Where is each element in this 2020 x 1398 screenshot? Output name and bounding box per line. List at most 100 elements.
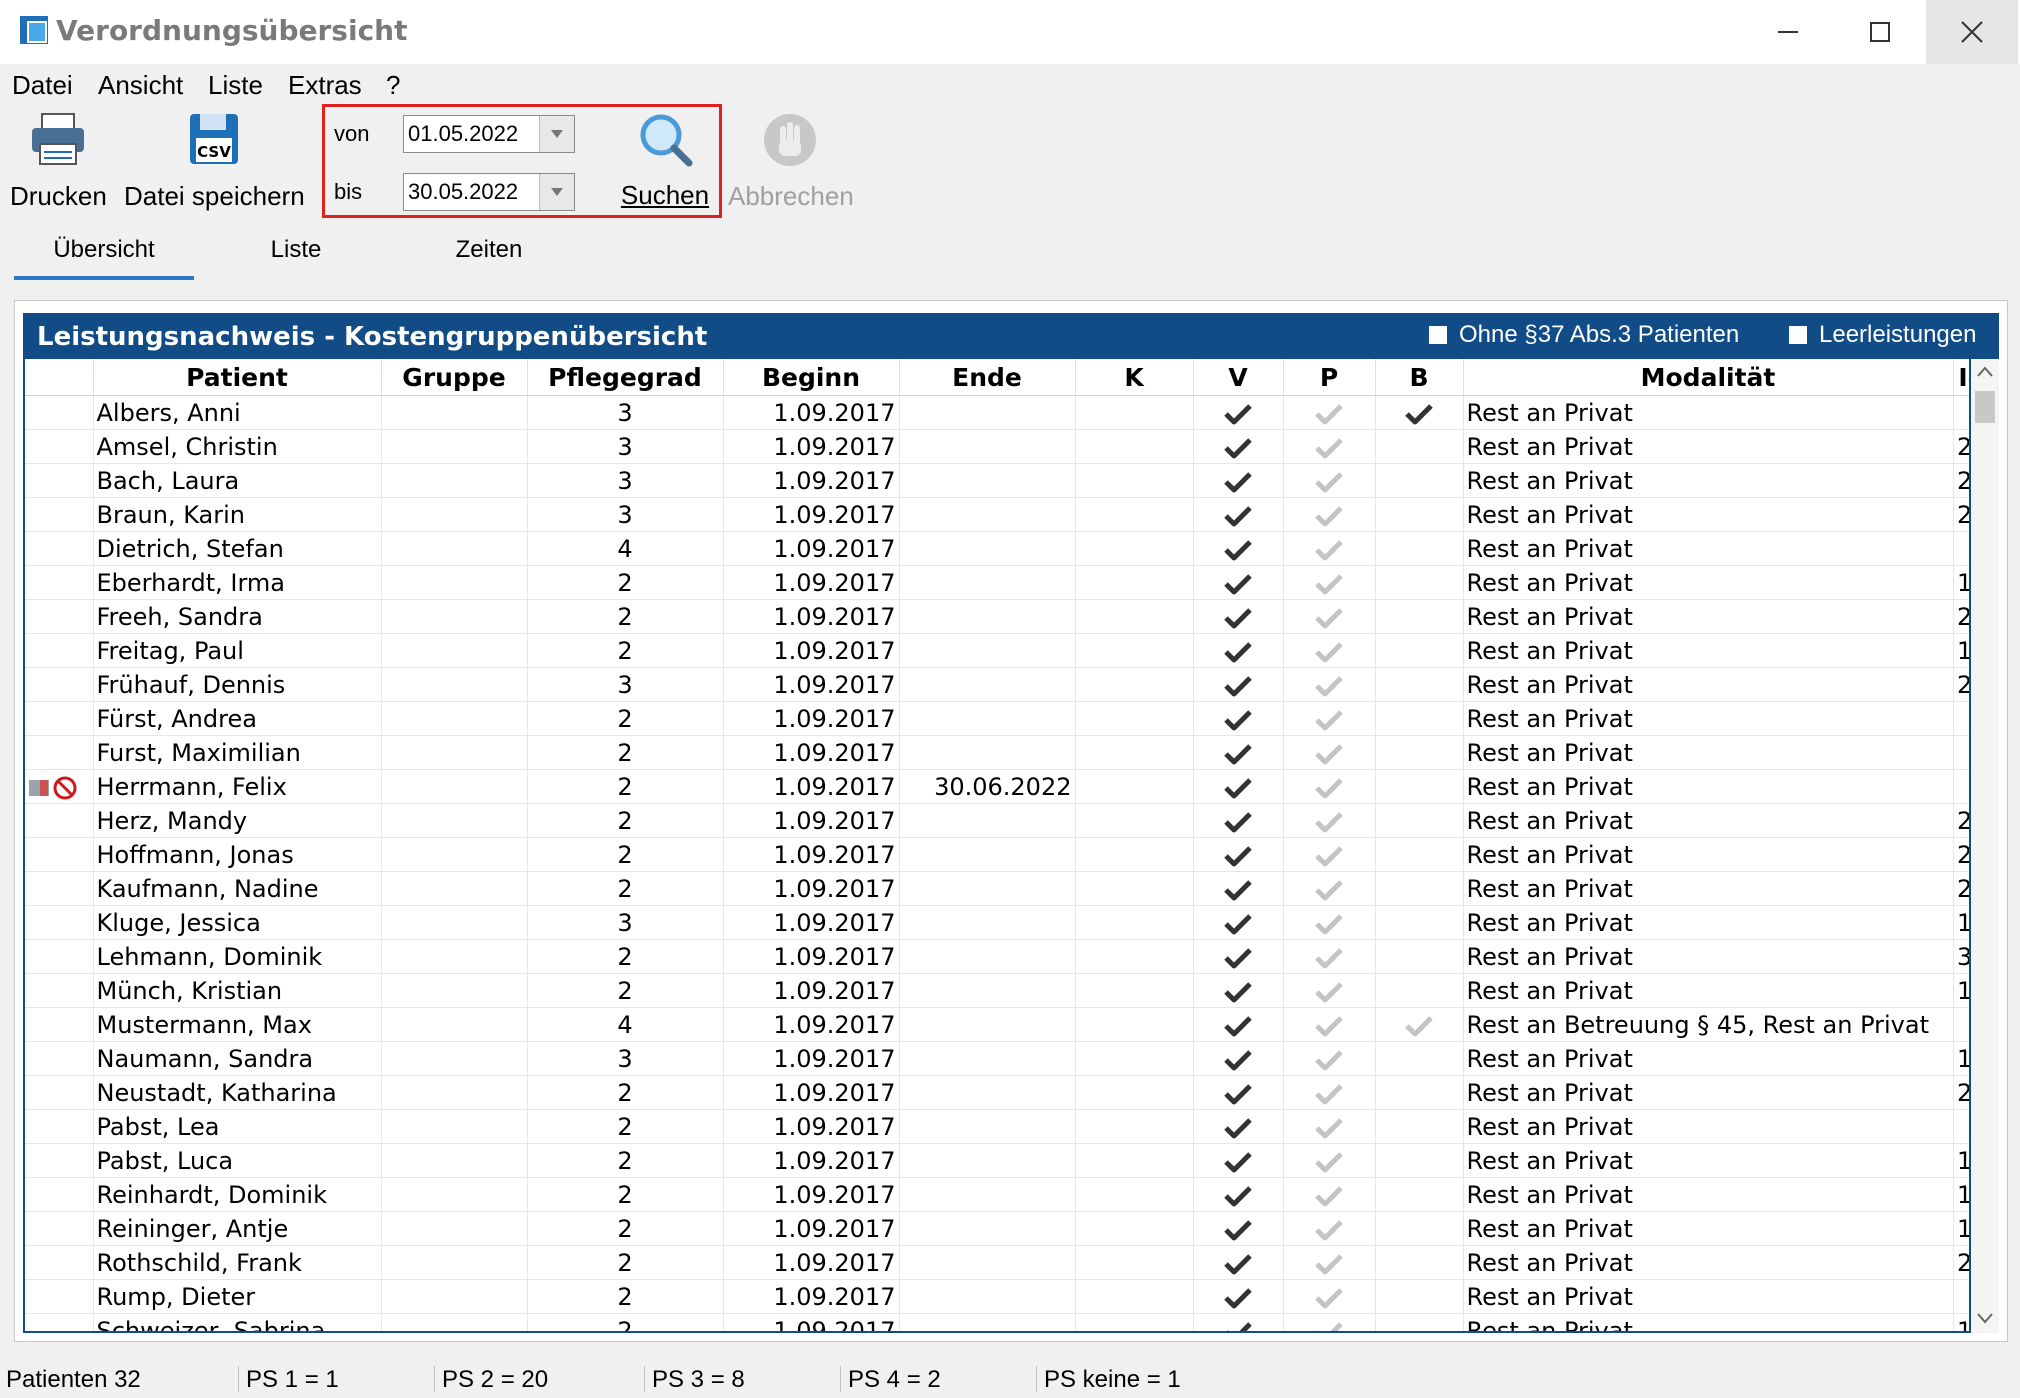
cell-b	[1375, 531, 1464, 566]
search-button[interactable]: Suchen	[615, 111, 715, 211]
checkbox-ohne-37[interactable]	[1427, 324, 1449, 346]
menu-bar: Datei Ansicht Liste Extras ?	[0, 64, 2020, 108]
von-date-field[interactable]: 01.05.2022	[403, 115, 575, 153]
cell-b	[1375, 1313, 1464, 1331]
cell-id: 28	[1953, 497, 1969, 532]
menu-datei[interactable]: Datei	[12, 70, 73, 101]
check-icon	[1224, 1253, 1252, 1274]
row-flag-cell	[25, 735, 94, 770]
menu-ansicht[interactable]: Ansicht	[98, 70, 183, 101]
table-row[interactable]: Albers, Anni 31.09.2017 Rest an Privat2	[25, 395, 1969, 430]
col-beginn[interactable]: Beginn	[723, 359, 900, 396]
table-row[interactable]: Münch, Kristian 2 1.09.2017 Rest an Privat 1…	[25, 973, 1969, 1008]
cell-v	[1193, 497, 1284, 532]
checkbox-leerleistungen[interactable]	[1787, 324, 1809, 346]
table-row[interactable]: Herz, Mandy 21.09.2017 Rest an Privat25	[25, 803, 1969, 838]
vertical-scrollbar[interactable]	[1971, 359, 1999, 1333]
col-modalitaet[interactable]: Modalität	[1463, 359, 1954, 396]
menu-liste[interactable]: Liste	[208, 70, 263, 101]
table-row[interactable]: Bach, Laura 31.09.2017 Rest an Privat20	[25, 463, 1969, 498]
col-patient[interactable]: Patient	[93, 359, 382, 396]
status-ps2: PS 2 = 20	[442, 1366, 549, 1393]
table-row[interactable]: Kaufmann, Nadine 2 1.09.2017 Rest an Privat…	[25, 871, 1969, 906]
cell-gruppe	[381, 939, 528, 974]
col-flag[interactable]	[25, 359, 94, 396]
table-row[interactable]: Freeh, Sandra 21.09.2017 Rest an Privat24	[25, 599, 1969, 634]
table-row[interactable]: Freitag, Paul 21.09.2017 Rest an Privat15	[25, 633, 1969, 668]
table-row[interactable]: Dietrich, Stefan 4 1.09.2017 Rest an Privat…	[25, 531, 1969, 566]
tab-zeiten[interactable]: Zeiten	[406, 236, 572, 264]
cell-b	[1375, 1007, 1464, 1042]
cell-pflegegrad: 2	[527, 769, 724, 804]
cell-k	[1075, 497, 1194, 532]
minimize-button[interactable]	[1742, 0, 1834, 64]
tab-uebersicht[interactable]: Übersicht	[14, 236, 194, 264]
table-row[interactable]: Rothschild, Frank 2 1.09.2017 Rest an Priva…	[25, 1245, 1969, 1280]
table-row[interactable]: Braun, Karin 31.09.2017 Rest an Privat28	[25, 497, 1969, 532]
cell-p	[1283, 531, 1376, 566]
von-dropdown-button[interactable]	[539, 116, 574, 152]
cell-modalitaet: Rest an Privat	[1463, 769, 1954, 804]
table-row[interactable]: Rump, Dieter 21.09.2017 Rest an Privat3	[25, 1279, 1969, 1314]
cell-modalitaet: Rest an Privat	[1463, 429, 1954, 464]
table-row[interactable]: Mustermann, Max 4 1.09.2017 Rest an Betreuu…	[25, 1007, 1969, 1042]
col-id[interactable]: Id	[1953, 359, 1969, 396]
cell-patient: Albers, Anni	[93, 395, 382, 430]
col-pflegegrad[interactable]: Pflegegrad	[527, 359, 724, 396]
bis-date-field[interactable]: 30.05.2022	[403, 173, 575, 211]
table-row[interactable]: Kluge, Jessica 31.09.2017 Rest an Privat10	[25, 905, 1969, 940]
cell-v	[1193, 973, 1284, 1008]
cell-k	[1075, 429, 1194, 464]
menu-help[interactable]: ?	[386, 70, 400, 101]
table-row[interactable]: Pabst, Lea 21.09.2017 Rest an Privat9	[25, 1109, 1969, 1144]
bis-dropdown-button[interactable]	[539, 174, 574, 210]
cell-ende	[899, 1279, 1076, 1314]
table-row[interactable]: Neustadt, Katharina 2 1.09.2017 Rest an Pri…	[25, 1075, 1969, 1110]
tab-liste[interactable]: Liste	[214, 236, 378, 264]
table-row[interactable]: Reininger, Antje 2 1.09.2017 Rest an Privat…	[25, 1211, 1969, 1246]
table-row[interactable]: Hoffmann, Jonas 2 1.09.2017 Rest an Privat 2…	[25, 837, 1969, 872]
cell-b	[1375, 429, 1464, 464]
cell-k	[1075, 531, 1194, 566]
option-leerleistungen[interactable]: Leerleistungen	[1787, 321, 1976, 349]
cell-modalitaet: Rest an Privat	[1463, 667, 1954, 702]
table-row[interactable]: Schweizer, Sabrina 2 1.09.2017 Rest an Priv…	[25, 1313, 1969, 1331]
chevron-down-icon	[551, 130, 563, 138]
table-row[interactable]: Eberhardt, Irma 2 1.09.2017 Rest an Privat 1…	[25, 565, 1969, 600]
cell-gruppe	[381, 871, 528, 906]
table-row[interactable]: Fürst, Andrea 21.09.2017 Rest an Privat8	[25, 701, 1969, 736]
table-row[interactable]: Lehmann, Dominik 2 1.09.2017 Rest an Privat…	[25, 939, 1969, 974]
cell-beginn: 1.09.2017	[723, 599, 900, 634]
col-v[interactable]: V	[1193, 359, 1284, 396]
cancel-button[interactable]: Abbrechen	[728, 112, 854, 212]
col-k[interactable]: K	[1075, 359, 1194, 396]
col-ende[interactable]: Ende	[899, 359, 1076, 396]
maximize-button[interactable]	[1834, 0, 1926, 64]
col-b[interactable]: B	[1375, 359, 1464, 396]
save-csv-button[interactable]: CSV Datei speichern	[124, 112, 305, 212]
row-flag-cell	[25, 565, 94, 600]
scroll-thumb[interactable]	[1975, 391, 1995, 423]
table-row[interactable]: Furst, Maximilian 2 1.09.2017 Rest an Priva…	[25, 735, 1969, 770]
table-row[interactable]: Amsel, Christin 3 1.09.2017 Rest an Privat 2…	[25, 429, 1969, 464]
check-icon	[1315, 641, 1343, 662]
table-row[interactable]: Frühauf, Dennis 3 1.09.2017 Rest an Privat 2…	[25, 667, 1969, 702]
scroll-down-icon[interactable]	[1976, 1311, 1994, 1325]
cell-pflegegrad: 2	[527, 599, 724, 634]
cell-beginn: 1.09.2017	[723, 1109, 900, 1144]
check-icon	[1315, 1049, 1343, 1070]
cell-beginn: 1.09.2017	[723, 1279, 900, 1314]
close-button[interactable]	[1926, 0, 2018, 64]
print-button[interactable]: Drucken	[10, 112, 107, 212]
col-p[interactable]: P	[1283, 359, 1376, 396]
option-ohne-37[interactable]: Ohne §37 Abs.3 Patienten	[1427, 321, 1739, 349]
status-divider	[644, 1366, 645, 1392]
table-row[interactable]: Naumann, Sandra 3 1.09.2017 Rest an Privat 1…	[25, 1041, 1969, 1076]
scroll-up-icon[interactable]	[1976, 365, 1994, 379]
table-row[interactable]: Pabst, Luca 21.09.2017 Rest an Privat18	[25, 1143, 1969, 1178]
menu-extras[interactable]: Extras	[288, 70, 362, 101]
table-row[interactable]: Herrmann, Felix 2 1.09.2017 30.06.2022 Rest …	[25, 769, 1969, 804]
col-gruppe[interactable]: Gruppe	[381, 359, 528, 396]
table-row[interactable]: Reinhardt, Dominik 2 1.09.2017 Rest an Priv…	[25, 1177, 1969, 1212]
cell-b	[1375, 1143, 1464, 1178]
